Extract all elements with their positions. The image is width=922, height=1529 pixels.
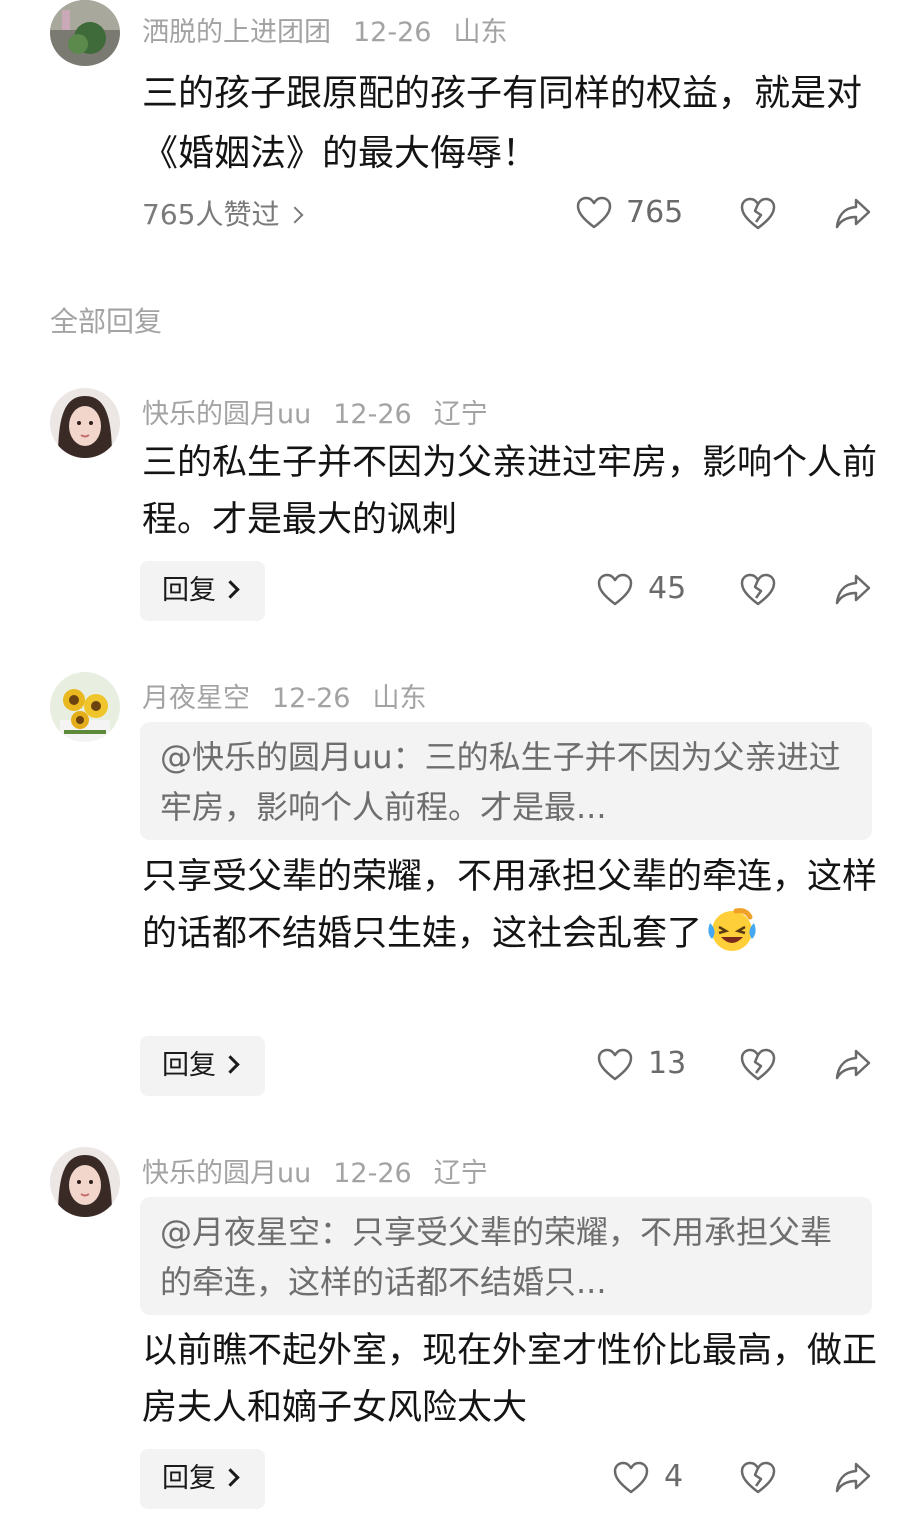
share-arrow-icon [835, 1049, 871, 1080]
reply-3-username[interactable]: 快乐的圆月uu [142, 1158, 311, 1189]
like-button-reply-3[interactable] [613, 1461, 649, 1495]
reply-1-meta: 快乐的圆月uu 12-26 辽宁 [142, 392, 510, 431]
all-replies-label: 全部回复 [50, 305, 163, 338]
dislike-button-reply-2[interactable] [740, 1048, 776, 1082]
reply-1-date: 12-26 [333, 399, 412, 430]
reply-2-text: 只享受父辈的荣耀，不用承担父辈的牵连，这样的话都不结婚只生娃，这社会乱套了 [142, 849, 882, 963]
share-arrow-icon [835, 574, 871, 605]
dislike-button-reply-1[interactable] [740, 573, 776, 607]
share-button-reply-3[interactable] [834, 1461, 872, 1495]
likes-summary-label: 765人赞过 [142, 198, 280, 231]
laughing-tears-emoji-icon [706, 907, 756, 953]
avatar-main-commenter[interactable] [50, 0, 120, 66]
broken-heart-icon [740, 197, 776, 230]
heart-outline-icon [576, 196, 612, 229]
reply-1-text: 三的私生子并不因为父亲进过牢房，影响个人前程。才是最大的讽刺 [142, 443, 878, 540]
heart-outline-icon [597, 1048, 633, 1081]
reply-2-meta: 月夜星空 12-26 山东 [142, 676, 448, 715]
reply-3-location: 辽宁 [433, 1158, 488, 1189]
avatar-reply-2[interactable] [50, 672, 120, 742]
chevron-right-icon [221, 1055, 240, 1074]
reply-2-location: 山东 [372, 683, 427, 714]
reply-3-meta: 快乐的圆月uu 12-26 辽宁 [142, 1151, 510, 1190]
reply-button-1-label: 回复 [162, 575, 216, 606]
main-username[interactable]: 洒脱的上进团团 [142, 17, 331, 48]
reply-2-text-body: 只享受父辈的荣耀，不用承担父辈的牵连，这样的话都不结婚只生娃，这社会乱套了 [142, 857, 878, 954]
heart-outline-icon [597, 573, 633, 606]
main-location: 山东 [453, 17, 508, 48]
share-button-reply-1[interactable] [834, 573, 872, 607]
main-date: 12-26 [353, 17, 432, 48]
like-count-main: 765 [626, 195, 684, 230]
like-button-reply-2[interactable] [597, 1048, 633, 1082]
broken-heart-icon [740, 1048, 776, 1081]
broken-heart-icon [740, 573, 776, 606]
reply-button-3-label: 回复 [162, 1463, 216, 1494]
like-count-reply-3: 4 [664, 1459, 684, 1494]
like-button-reply-1[interactable] [597, 573, 633, 607]
like-button-main[interactable] [576, 196, 612, 230]
reply-3-quoted-comment[interactable]: @月夜星空：只享受父辈的荣耀，不用承担父辈的牵连，这样的话都不结婚只... [140, 1197, 872, 1315]
reply-button-1[interactable]: 回复 [140, 561, 265, 621]
heart-outline-icon [613, 1461, 649, 1494]
reply-button-3[interactable]: 回复 [140, 1449, 265, 1509]
share-arrow-icon [835, 198, 871, 229]
like-count-reply-2: 13 [648, 1046, 687, 1081]
dislike-button-reply-3[interactable] [740, 1461, 776, 1495]
share-arrow-icon [835, 1462, 871, 1493]
avatar-reply-1[interactable] [50, 388, 120, 458]
share-button-main[interactable] [834, 197, 872, 231]
share-button-reply-2[interactable] [834, 1048, 872, 1082]
like-count-reply-1: 45 [648, 571, 687, 606]
reply-1-username[interactable]: 快乐的圆月uu [142, 399, 311, 430]
chevron-right-icon [221, 1468, 240, 1487]
main-comment-text: 三的孩子跟原配的孩子有同样的权益，就是对《婚姻法》的最大侮辱！ [142, 73, 863, 174]
reply-2-quoted-comment[interactable]: @快乐的圆月uu：三的私生子并不因为父亲进过牢房，影响个人前程。才是最... [140, 722, 872, 840]
main-comment-meta: 洒脱的上进团团 12-26 山东 [142, 10, 529, 49]
reply-3-text: 以前瞧不起外室，现在外室才性价比最高，做正房夫人和嫡子女风险太大 [142, 1331, 878, 1428]
reply-button-2[interactable]: 回复 [140, 1036, 265, 1096]
reply-1-location: 辽宁 [433, 399, 488, 430]
dislike-button-main[interactable] [740, 197, 776, 231]
reply-2-username[interactable]: 月夜星空 [142, 683, 250, 714]
chevron-right-icon [286, 206, 304, 224]
likes-summary-link[interactable]: 765人赞过 [142, 193, 304, 233]
reply-2-date: 12-26 [272, 683, 351, 714]
chevron-right-icon [221, 580, 240, 599]
reply-button-2-label: 回复 [162, 1050, 216, 1081]
broken-heart-icon [740, 1461, 776, 1494]
reply-3-date: 12-26 [333, 1158, 412, 1189]
avatar-reply-3[interactable] [50, 1147, 120, 1217]
